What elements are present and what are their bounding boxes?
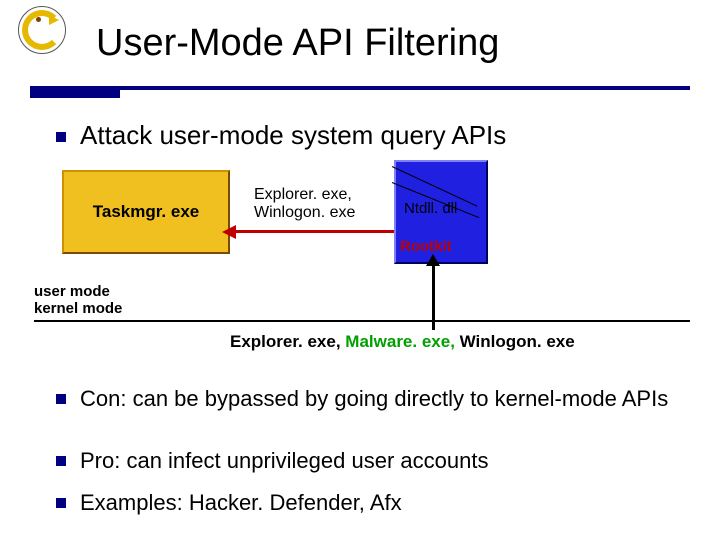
slide-title: User-Mode API Filtering [96,22,499,65]
kernel-mode-label: kernel mode [34,300,122,317]
slide-root: User-Mode API Filtering Attack user-mode… [0,0,720,540]
title-underline [30,86,690,90]
bullet-square-icon [56,498,66,508]
bullet-con-text: Con: can be bypassed by going directly t… [80,386,668,412]
bullet-square-icon [56,456,66,466]
return-arrow-icon [234,230,394,233]
knight-logo [18,6,66,54]
bullet-examples-text: Examples: Hacker. Defender, Afx [80,490,402,516]
kernel-return-arrow-icon [432,264,435,330]
bullet-examples: Examples: Hacker. Defender, Afx [56,490,680,516]
bullet-con: Con: can be bypassed by going directly t… [56,386,680,412]
bullet-pro-text: Pro: can infect unprivileged user accoun… [80,448,488,474]
rootkit-label: Rootkit [400,238,452,255]
mode-divider-line [34,320,690,322]
return-arrow-head-icon [222,225,236,239]
bullet-square-icon [56,132,66,142]
bullet-square-icon [56,394,66,404]
returned-proc-malware: Malware. exe, [345,332,459,351]
bullet-intro: Attack user-mode system query APIs [56,120,506,151]
ntdll-label: Ntdll. dll [404,200,457,217]
mode-divider-labels: user mode kernel mode [34,283,122,318]
returned-process-list: Explorer. exe, Malware. exe, Winlogon. e… [230,332,575,352]
api-call-text: Explorer. exe, Winlogon. exe [254,186,384,223]
returned-proc-winlogon: Winlogon. exe [460,332,575,351]
kernel-return-arrow-head-icon [426,254,440,266]
bullet-intro-text: Attack user-mode system query APIs [80,120,506,150]
returned-proc-explorer: Explorer. exe, [230,332,345,351]
taskmgr-box: Taskmgr. exe [62,170,230,254]
user-mode-label: user mode [34,283,122,300]
bullet-pro: Pro: can infect unprivileged user accoun… [56,448,680,474]
taskmgr-label: Taskmgr. exe [93,202,199,222]
